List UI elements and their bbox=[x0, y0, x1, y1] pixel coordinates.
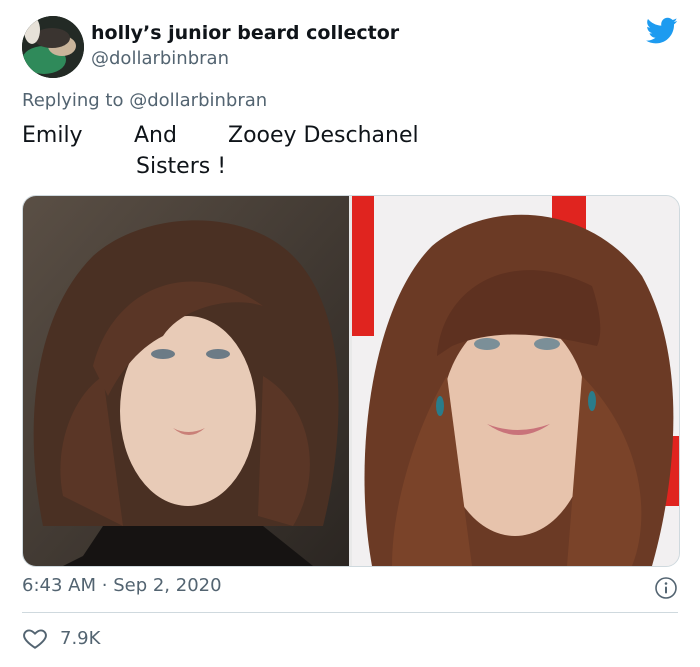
like-count: 7.9K bbox=[60, 627, 101, 649]
photo-left[interactable] bbox=[23, 196, 349, 566]
twitter-bird-icon[interactable] bbox=[645, 17, 678, 45]
user-handle[interactable]: @dollarbinbran bbox=[91, 48, 229, 69]
display-name[interactable]: holly’s junior beard collector bbox=[91, 22, 399, 44]
media-grid bbox=[22, 195, 680, 567]
info-icon[interactable] bbox=[654, 576, 678, 600]
tweet-word: Emily bbox=[22, 123, 83, 148]
replying-to-label: Replying to bbox=[22, 90, 130, 111]
avatar[interactable] bbox=[22, 16, 84, 78]
tweet-date: Sep 2, 2020 bbox=[113, 575, 222, 596]
replying-to: Replying to @dollarbinbran bbox=[22, 90, 267, 111]
tweet-word: And bbox=[134, 123, 177, 148]
tweet-card: holly’s junior beard collector @dollarbi… bbox=[0, 0, 700, 667]
heart-icon[interactable] bbox=[22, 625, 48, 651]
meta-separator: · bbox=[101, 575, 108, 596]
divider bbox=[22, 612, 678, 613]
tweet-time: 6:43 AM bbox=[22, 575, 96, 596]
timestamp[interactable]: 6:43 AM · Sep 2, 2020 bbox=[22, 575, 222, 596]
like-button[interactable]: 7.9K bbox=[22, 624, 100, 652]
tweet-word: Zooey Deschanel bbox=[228, 123, 419, 148]
replying-to-handle[interactable]: @dollarbinbran bbox=[129, 90, 267, 111]
photo-right[interactable] bbox=[352, 196, 679, 566]
tweet-word: Sisters ! bbox=[136, 154, 227, 179]
